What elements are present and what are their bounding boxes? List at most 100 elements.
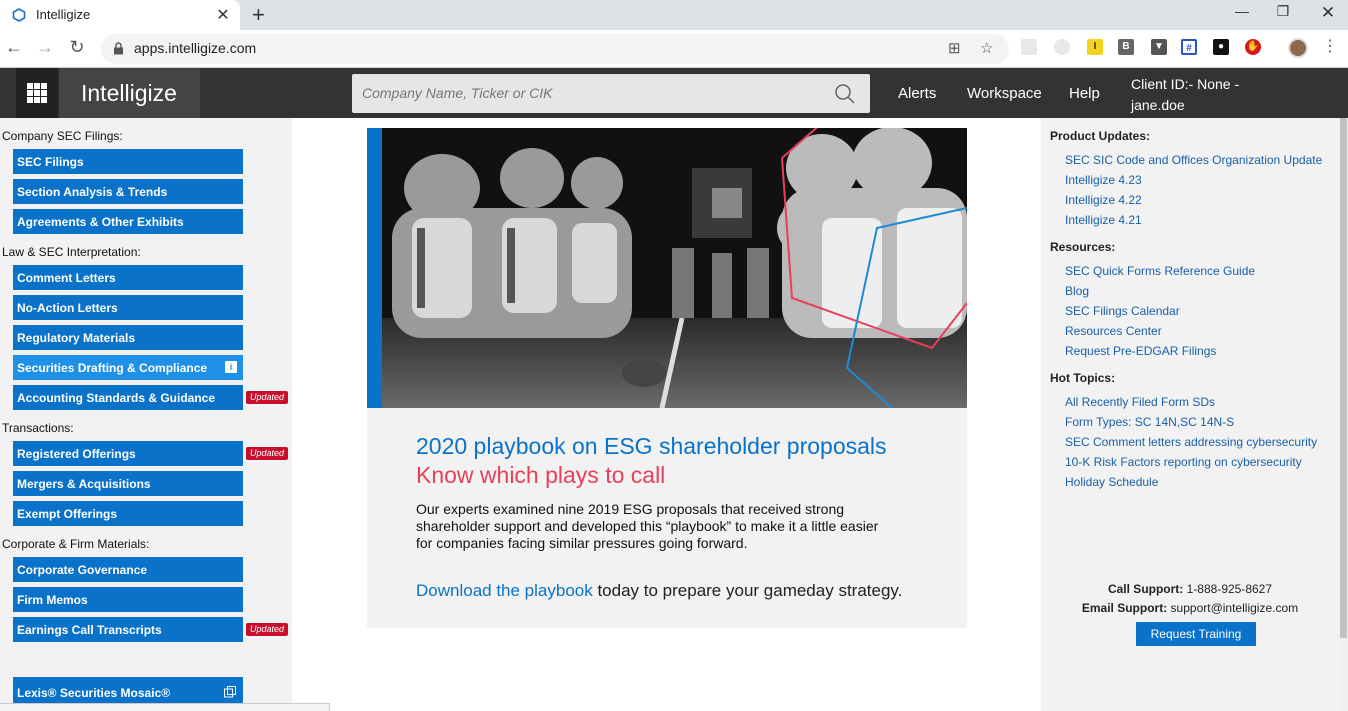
extension-1-icon[interactable] — [1021, 39, 1037, 55]
nav-registered-offerings[interactable]: Registered Offerings — [13, 441, 243, 466]
window-minimize-icon[interactable]: — — [1222, 3, 1262, 19]
nav-accounting-standards[interactable]: Accounting Standards & Guidance — [13, 385, 243, 410]
company-search — [352, 74, 870, 113]
resources-heading: Resources: — [1050, 240, 1116, 254]
nav-firm-memos[interactable]: Firm Memos — [13, 587, 243, 612]
nav-mergers-acquisitions[interactable]: Mergers & Acquisitions — [13, 471, 243, 496]
browser-menu-icon[interactable]: ⋮ — [1322, 36, 1338, 56]
translate-icon[interactable]: ⊞ — [948, 39, 961, 57]
window-maximize-icon[interactable]: ❐ — [1263, 3, 1303, 20]
hot-topic-link[interactable]: Holiday Schedule — [1065, 475, 1158, 489]
client-id-menu[interactable]: Client ID:- None - jane.doe — [1131, 74, 1261, 116]
hot-topic-link[interactable]: Form Types: SC 14N,SC 14N-S — [1065, 415, 1234, 429]
updated-badge: Updated — [246, 447, 288, 460]
nav-label: Accounting Standards & Guidance — [17, 391, 216, 405]
nav-corporate-governance[interactable]: Corporate Governance — [13, 557, 243, 582]
resource-link[interactable]: Resources Center — [1065, 324, 1162, 338]
nav-earnings-call-transcripts[interactable]: Earnings Call Transcripts — [13, 617, 243, 642]
forward-arrow-icon[interactable]: → — [34, 37, 56, 58]
nav-securities-drafting-compliance[interactable]: Securities Drafting & Compliance i — [13, 355, 243, 380]
extension-2-icon[interactable] — [1054, 39, 1070, 55]
browser-tab[interactable]: Intelligize ✕ — [0, 0, 240, 30]
nav-no-action-letters[interactable]: No-Action Letters — [13, 295, 243, 320]
section-corporate-firm-materials: Corporate & Firm Materials: — [2, 537, 150, 551]
browser-tab-strip: Intelligize ✕ + — ❐ ✕ — [0, 0, 1348, 30]
search-icon[interactable] — [834, 83, 856, 105]
call-support-label: Call Support: — [1107, 582, 1184, 596]
resource-link[interactable]: SEC Filings Calendar — [1065, 304, 1180, 318]
email-support-label: Email Support: — [1081, 601, 1168, 615]
extension-4-icon[interactable]: B — [1118, 39, 1134, 55]
nav-comment-letters[interactable]: Comment Letters — [13, 265, 243, 290]
product-updates-heading: Product Updates: — [1050, 129, 1151, 143]
call-support: Call Support: 1-888-925-8627 — [1041, 582, 1339, 596]
apps-menu-button[interactable] — [16, 68, 58, 118]
product-update-link[interactable]: Intelligize 4.22 — [1065, 193, 1142, 207]
extension-8-icon[interactable]: ✋ — [1245, 39, 1261, 55]
right-panel: Product Updates: SEC SIC Code and Office… — [1041, 118, 1339, 711]
football-photo-illustration — [382, 128, 967, 408]
banner-title: 2020 playbook on ESG shareholder proposa… — [416, 433, 887, 459]
alerts-link[interactable]: Alerts — [898, 85, 936, 102]
nav-label: Regulatory Materials — [17, 331, 136, 345]
profile-avatar[interactable] — [1288, 38, 1308, 58]
section-company-sec-filings: Company SEC Filings: — [2, 129, 123, 143]
brand-logo[interactable]: Intelligize — [59, 68, 200, 118]
resource-link[interactable]: SEC Quick Forms Reference Guide — [1065, 264, 1255, 278]
nav-sec-filings[interactable]: SEC Filings — [13, 149, 243, 174]
help-link[interactable]: Help — [1069, 85, 1100, 102]
nav-label: Earnings Call Transcripts — [17, 623, 162, 637]
hot-topic-link[interactable]: 10-K Risk Factors reporting on cybersecu… — [1065, 455, 1302, 469]
nav-label: Section Analysis & Trends — [17, 185, 168, 199]
workspace-link[interactable]: Workspace — [967, 85, 1042, 102]
brand-name: Intelligize — [81, 80, 177, 106]
window-close-icon[interactable]: ✕ — [1308, 3, 1348, 23]
email-support: Email Support: support@intelligize.com — [1041, 601, 1339, 615]
nav-label: Agreements & Other Exhibits — [17, 215, 184, 229]
product-update-link[interactable]: Intelligize 4.23 — [1065, 173, 1142, 187]
nav-label: Mergers & Acquisitions — [17, 477, 151, 491]
request-training-button[interactable]: Request Training — [1136, 622, 1256, 646]
banner-cta: Download the playbook today to prepare y… — [416, 581, 902, 601]
promo-banner: 2020 playbook on ESG shareholder proposa… — [367, 128, 967, 628]
app-grid-icon — [27, 83, 47, 103]
nav-label: Corporate Governance — [17, 563, 148, 577]
nav-regulatory-materials[interactable]: Regulatory Materials — [13, 325, 243, 350]
scrollbar-thumb[interactable] — [1340, 118, 1347, 638]
extension-3-icon[interactable]: I — [1087, 39, 1103, 55]
info-icon[interactable]: i — [225, 361, 237, 373]
username-text: jane.doe — [1131, 97, 1185, 113]
address-bar[interactable]: apps.intelligize.com ⊞ ☆ — [101, 34, 1009, 64]
new-tab-plus-icon[interactable]: + — [252, 2, 265, 28]
extension-6-icon[interactable]: # — [1181, 39, 1197, 55]
browser-toolbar: ← → ↻ apps.intelligize.com ⊞ ☆ I B ▼ # ●… — [0, 30, 1348, 68]
nav-section-analysis-trends[interactable]: Section Analysis & Trends — [13, 179, 243, 204]
football-photo — [382, 128, 967, 408]
product-update-link[interactable]: SEC SIC Code and Offices Organization Up… — [1065, 153, 1322, 167]
resource-link[interactable]: Request Pre-EDGAR Filings — [1065, 344, 1216, 358]
reload-icon[interactable]: ↻ — [66, 37, 88, 58]
banner-subtitle: Know which plays to call — [416, 462, 666, 488]
updated-badge: Updated — [246, 623, 288, 636]
nav-agreements-exhibits[interactable]: Agreements & Other Exhibits — [13, 209, 243, 234]
intelligize-favicon-icon — [12, 8, 26, 22]
page-scrollbar[interactable] — [1339, 118, 1348, 711]
extension-7-icon[interactable]: ● — [1213, 39, 1229, 55]
product-update-link[interactable]: Intelligize 4.21 — [1065, 213, 1142, 227]
nav-label: Exempt Offerings — [17, 507, 118, 521]
banner-body: Our experts examined nine 2019 ESG propo… — [416, 501, 879, 551]
download-playbook-link[interactable]: Download the playbook — [416, 581, 593, 600]
resource-link[interactable]: Blog — [1065, 284, 1089, 298]
extension-5-icon[interactable]: ▼ — [1151, 39, 1167, 55]
nav-exempt-offerings[interactable]: Exempt Offerings — [13, 501, 243, 526]
company-search-input[interactable] — [362, 82, 812, 104]
back-arrow-icon[interactable]: ← — [3, 37, 25, 58]
hot-topic-link[interactable]: SEC Comment letters addressing cybersecu… — [1065, 435, 1317, 449]
nav-label: Firm Memos — [17, 593, 88, 607]
tab-close-icon[interactable]: ✕ — [214, 5, 232, 25]
external-link-icon — [224, 686, 236, 698]
nav-label: Securities Drafting & Compliance — [17, 361, 208, 375]
bookmark-star-icon[interactable]: ☆ — [980, 39, 993, 57]
hot-topic-link[interactable]: All Recently Filed Form SDs — [1065, 395, 1215, 409]
nav-label: No-Action Letters — [17, 301, 118, 315]
